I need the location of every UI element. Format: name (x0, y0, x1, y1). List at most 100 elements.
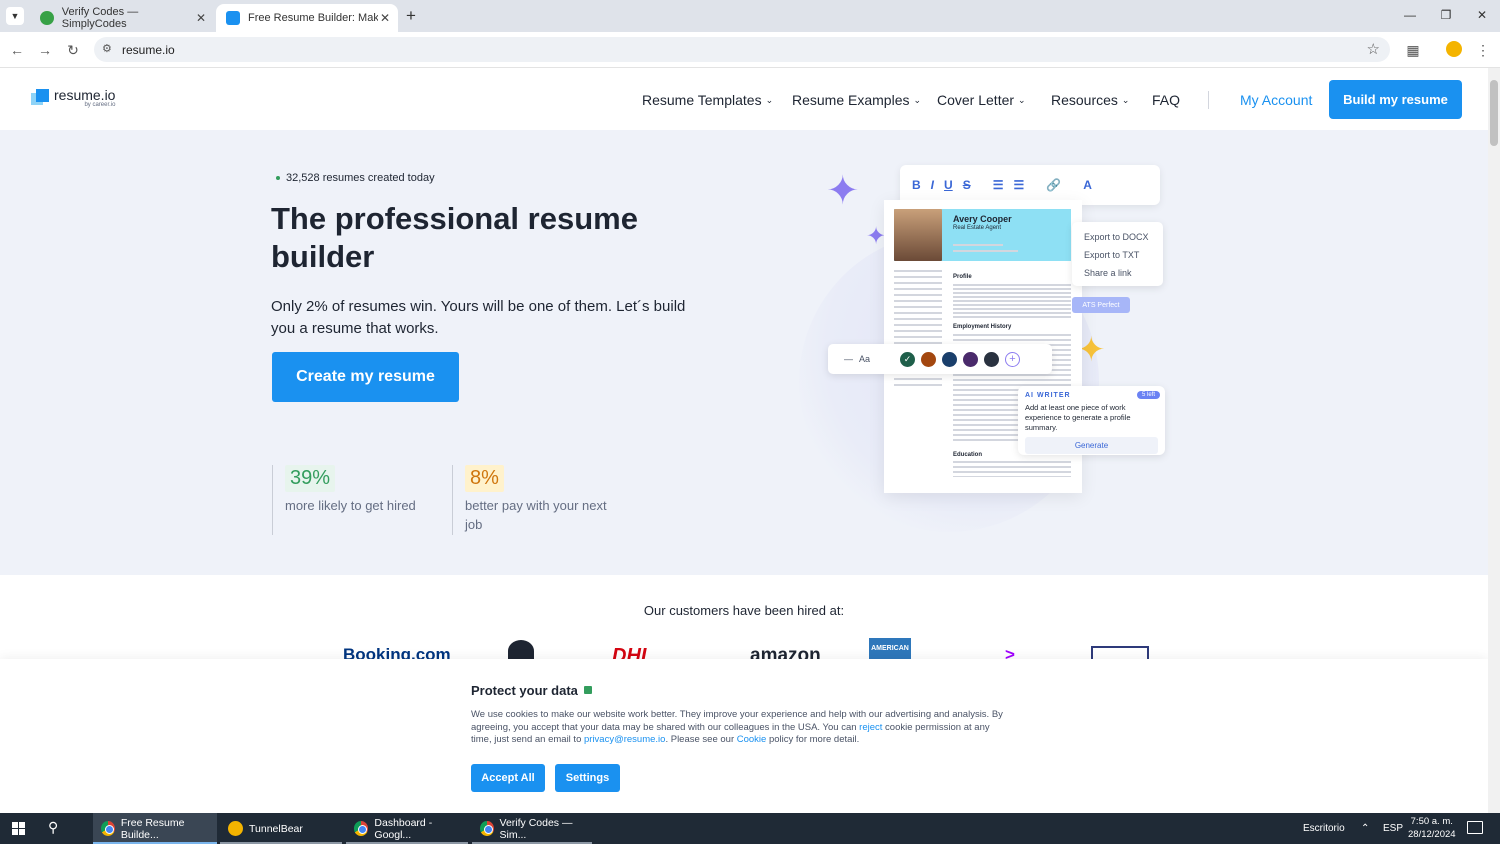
resumeio-logo[interactable]: resume.io by career.io (31, 87, 115, 108)
ai-writer-text: Add at least one piece of work experienc… (1025, 403, 1131, 432)
stat-value: 8% (465, 465, 504, 492)
taskbar-label: Dashboard - Googl... (374, 816, 433, 841)
accept-all-button[interactable]: Accept All (471, 764, 545, 792)
editor-toolbar: B I U S ☰ ☰ 🔗 A (900, 165, 1160, 205)
cookie-settings-button[interactable]: Settings (555, 764, 620, 792)
taskbar-item-verify-codes[interactable]: Verify Codes — Sim... (472, 813, 592, 844)
chrome-icon (354, 821, 369, 836)
add-color-icon: + (1005, 351, 1021, 367)
logo-text: resume.io (54, 87, 116, 103)
close-tab-icon[interactable]: ✕ (196, 11, 206, 25)
chrome-icon (101, 821, 115, 836)
restore-icon[interactable]: ❐ (1436, 8, 1456, 24)
resume-name: Avery Cooper (953, 214, 1012, 224)
taskbar-label: Free Resume Builde... (120, 816, 185, 841)
address-bar[interactable]: ⚙ resume.io ☆ (94, 37, 1390, 62)
tab-resume-builder[interactable]: Free Resume Builder: Make & D ✕ (216, 4, 398, 32)
cookie-title-text: Protect your data (471, 683, 578, 698)
share-link-item: Share a link (1084, 268, 1132, 278)
scrollbar-thumb[interactable] (1490, 80, 1498, 146)
browser-menu-icon[interactable]: ⋮ (1474, 41, 1492, 59)
language-indicator[interactable]: ESP (1383, 813, 1403, 844)
nav-resume-examples[interactable]: Resume Examples ⌄ (792, 92, 921, 108)
chrome-icon (480, 821, 494, 836)
taskbar-label: TunnelBear (249, 822, 303, 835)
forward-icon[interactable]: → (36, 41, 54, 59)
resume-section-title: Profile (953, 274, 972, 280)
tab-verify-codes[interactable]: Verify Codes — SimplyCodes ✕ (30, 4, 214, 32)
strikethrough-icon: S (962, 178, 971, 192)
cookie-policy-link[interactable]: Cookie (737, 734, 767, 745)
resumeio-favicon-icon (226, 11, 240, 25)
reload-icon[interactable]: ↻ (64, 41, 82, 59)
create-resume-button[interactable]: Create my resume (272, 352, 459, 402)
resume-role: Real Estate Agent (953, 225, 1002, 231)
nav-cover-letter[interactable]: Cover Letter ⌄ (937, 92, 1026, 108)
new-tab-button[interactable]: + (406, 6, 416, 26)
nav-resources[interactable]: Resources ⌄ (1051, 92, 1129, 108)
bullet-list-icon: ☰ (1013, 178, 1025, 192)
logo-mark-icon (31, 88, 49, 107)
close-tab-icon[interactable]: ✕ (380, 11, 390, 25)
clock-date: 28/12/2024 (1408, 829, 1456, 840)
resume-counter: 32,528 resumes created today (276, 172, 435, 184)
ai-writer-card: AI WRITER 5 left Add at least one piece … (1018, 386, 1165, 455)
tray-chevron-icon[interactable]: ⌃ (1361, 813, 1369, 844)
spellcheck-icon: A (1083, 178, 1092, 192)
link-icon: 🔗 (1046, 178, 1062, 192)
color-swatch (963, 351, 979, 367)
taskbar-label: Verify Codes — Sim... (499, 816, 573, 841)
ats-badge: ATS Perfect (1072, 297, 1130, 313)
nav-label: Resources (1051, 92, 1118, 108)
windows-start-icon[interactable] (12, 822, 25, 835)
cookie-text: We use cookies to make our website work … (471, 709, 1011, 747)
close-window-icon[interactable]: ✕ (1472, 8, 1492, 24)
resume-text-block (953, 461, 1071, 477)
underline-icon: U (944, 178, 953, 192)
live-dot-icon (276, 176, 280, 180)
nav-resume-templates[interactable]: Resume Templates ⌄ (642, 92, 773, 108)
stat-value: 39% (285, 465, 336, 492)
taskbar-search-icon[interactable]: ⚲ (48, 819, 58, 836)
nav-label: Cover Letter (937, 92, 1015, 108)
resume-section-title: Employment History (953, 324, 1012, 330)
amex-text: AMERICAN (871, 645, 909, 652)
lock-icon (583, 685, 592, 694)
font-size-label: Aa (859, 354, 871, 364)
italic-icon: I (930, 178, 935, 192)
reject-link[interactable]: reject (859, 722, 882, 733)
ordered-list-icon: ☰ (992, 178, 1004, 192)
simplycodes-favicon-icon (40, 11, 54, 25)
minimize-icon[interactable]: — (1400, 8, 1420, 24)
stat-pay: 8% better pay with your next job (452, 465, 617, 535)
taskbar-item-dashboard[interactable]: Dashboard - Googl... (346, 813, 468, 844)
nav-faq[interactable]: FAQ (1152, 92, 1180, 108)
desktop-toolbar-label[interactable]: Escritorio (1303, 813, 1345, 844)
clock[interactable]: 7:50 a. m. 28/12/2024 (1408, 815, 1456, 841)
back-icon[interactable]: ← (8, 41, 26, 59)
bold-icon: B (912, 178, 921, 192)
taskbar-item-resume[interactable]: Free Resume Builde... (93, 813, 217, 844)
extensions-icon[interactable]: ▦ (1404, 41, 1422, 59)
notifications-icon[interactable] (1467, 821, 1483, 834)
build-resume-button[interactable]: Build my resume (1329, 80, 1462, 119)
taskbar-item-tunnelbear[interactable]: TunnelBear (220, 813, 342, 844)
privacy-email-link[interactable]: privacy@resume.io (584, 734, 665, 745)
tab-label: Verify Codes — SimplyCodes (61, 6, 139, 30)
resume-section-title: Education (953, 452, 983, 458)
page-scrollbar[interactable] (1488, 68, 1500, 813)
stat-hired: 39% more likely to get hired (272, 465, 432, 535)
site-info-icon[interactable]: ⚙ (102, 42, 112, 55)
hero-title: The professional resume builder (271, 201, 638, 274)
nav-label: Resume Templates (642, 92, 762, 108)
profile-avatar[interactable] (1446, 41, 1462, 57)
bookmark-star-icon[interactable]: ☆ (1367, 40, 1380, 58)
resume-line (953, 244, 1003, 246)
resume-text-block (953, 284, 1071, 318)
stat-label: more likely to get hired (285, 498, 416, 513)
cookie-text-part: policy for more detail. (766, 734, 860, 745)
color-swatch (984, 351, 1000, 367)
tab-search-button[interactable]: ▼ (6, 7, 24, 25)
export-docx-item: Export to DOCX (1084, 232, 1149, 242)
my-account-link[interactable]: My Account (1240, 92, 1312, 108)
